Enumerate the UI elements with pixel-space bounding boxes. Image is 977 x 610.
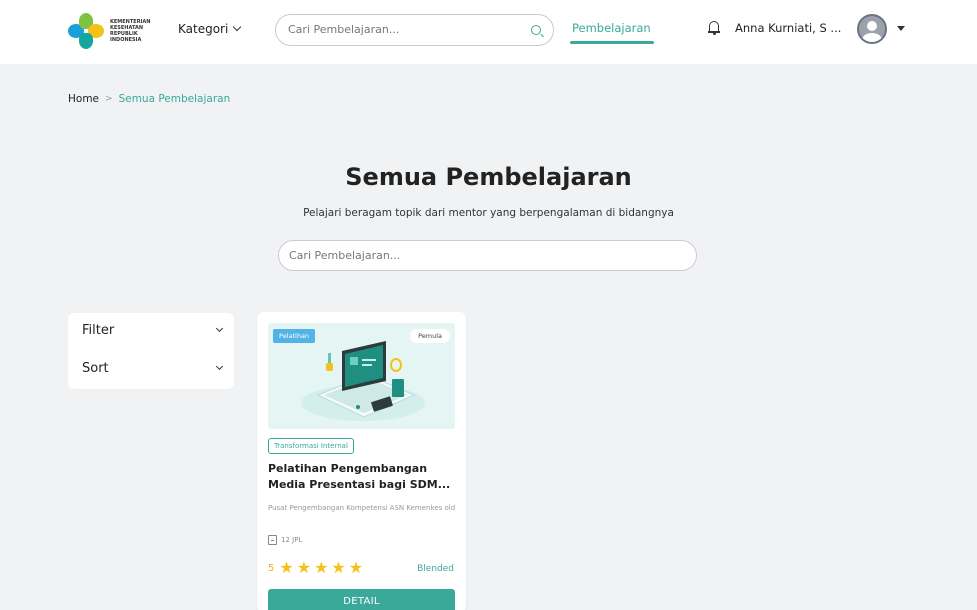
- course-thumbnail: Pelatihan Pemula: [268, 323, 455, 429]
- bell-icon[interactable]: [708, 21, 720, 35]
- page-subtitle: Pelajari beragam topik dari mentor yang …: [303, 207, 674, 219]
- chevron-down-icon: [233, 22, 242, 32]
- logo-text: KEMENTERIAN KESEHATAN REPUBLIK INDONESIA: [110, 19, 151, 43]
- course-mode: Blended: [417, 564, 454, 574]
- avatar[interactable]: [857, 14, 887, 44]
- category-tag: Transformasi Internal: [268, 438, 354, 454]
- badge-pelatihan: Pelatihan: [273, 329, 316, 343]
- breadcrumb-current: Semua Pembelajaran: [118, 93, 231, 105]
- kategori-label: Kategori: [178, 22, 229, 36]
- course-title[interactable]: Pelatihan Pengembangan Media Presentasi …: [268, 461, 458, 493]
- rating-value: 5: [268, 562, 275, 574]
- filter-panel: Filter Sort: [68, 313, 234, 389]
- breadcrumb-separator: >: [105, 94, 113, 104]
- kemenkes-logo[interactable]: KEMENTERIAN KESEHATAN REPUBLIK INDONESIA: [68, 13, 154, 49]
- chevron-down-icon: [215, 362, 224, 371]
- header-search: [275, 14, 554, 46]
- search-icon[interactable]: [531, 25, 541, 35]
- user-name[interactable]: Anna Kurniati, S ...: [735, 21, 841, 35]
- star-icon: ★: [331, 558, 346, 577]
- star-icon: ★: [296, 558, 312, 577]
- filter-label: Filter: [82, 323, 115, 338]
- top-header: KEMENTERIAN KESEHATAN REPUBLIK INDONESIA…: [0, 0, 977, 64]
- nav-pembelajaran[interactable]: Pembelajaran: [572, 21, 651, 35]
- main-search: [278, 240, 697, 271]
- breadcrumb-home[interactable]: Home: [68, 93, 99, 105]
- nav-active-indicator: [570, 41, 654, 44]
- caret-down-icon[interactable]: [897, 26, 905, 31]
- sort-label: Sort: [82, 361, 109, 376]
- document-icon: [268, 535, 277, 545]
- course-organizer: Pusat Pengembangan Kompetensi ASN Kemenk…: [268, 504, 456, 512]
- kategori-dropdown[interactable]: Kategori: [178, 22, 242, 36]
- detail-button[interactable]: DETAIL: [268, 589, 455, 610]
- rating: 5 ★ ★ ★ ★ ★: [268, 560, 363, 576]
- main-search-input[interactable]: [289, 249, 679, 262]
- breadcrumb: Home > Semua Pembelajaran: [68, 93, 230, 105]
- header-search-input[interactable]: [288, 23, 518, 36]
- logo-mark-icon: [68, 13, 104, 49]
- jpl-text: 12 JPL: [281, 536, 303, 544]
- star-icon: ★: [279, 558, 294, 577]
- star-icon: ★: [314, 558, 329, 577]
- page-title: Semua Pembelajaran: [345, 163, 632, 191]
- sort-toggle[interactable]: Sort: [82, 361, 224, 376]
- filter-toggle[interactable]: Filter: [82, 323, 224, 338]
- chevron-down-icon: [215, 324, 224, 333]
- course-jpl: 12 JPL: [268, 535, 302, 545]
- badge-level: Pemula: [410, 329, 450, 343]
- course-card[interactable]: Pelatihan Pemula Transformasi Internal P…: [257, 312, 466, 610]
- star-icon: ★: [348, 558, 364, 577]
